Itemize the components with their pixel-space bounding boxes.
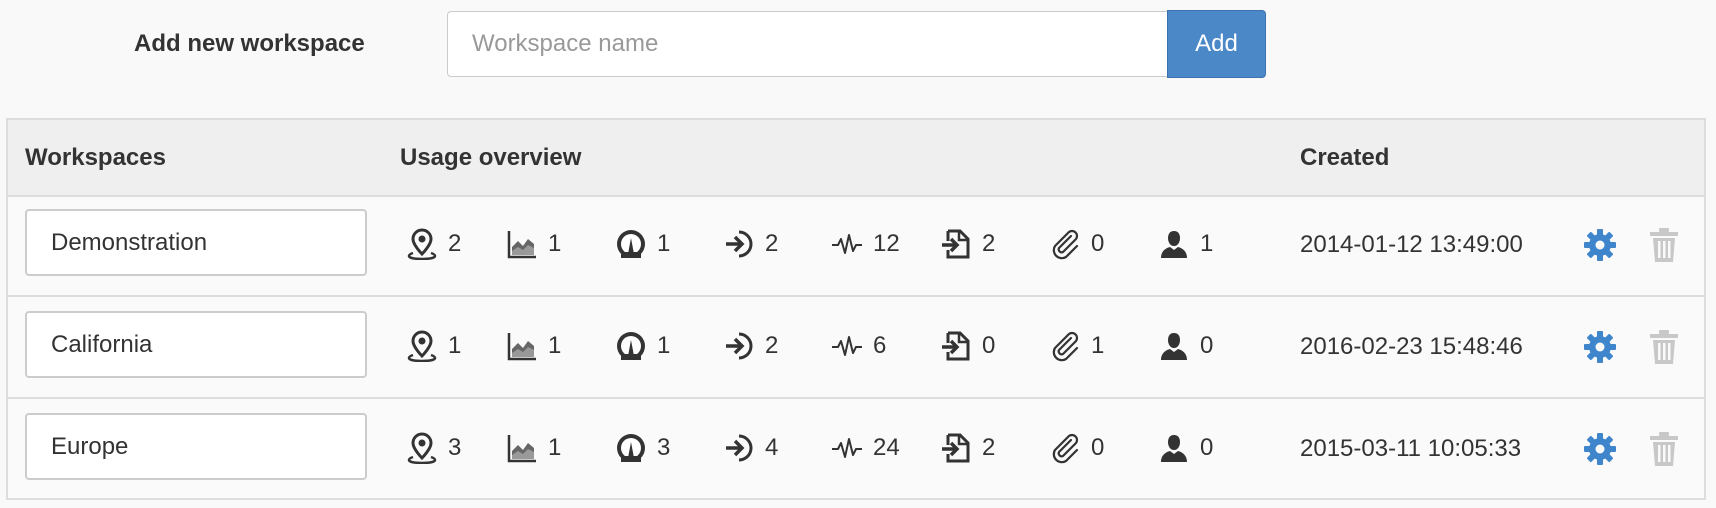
workspaces-table: Workspaces Usage overview Created 211212… — [6, 118, 1706, 500]
user-icon — [1158, 228, 1190, 260]
add-workspace-bar: Add new workspace Add — [0, 0, 1716, 100]
paperclip-icon — [1049, 432, 1081, 464]
workspace-name-field[interactable] — [25, 311, 367, 378]
usage-stat: 24 — [831, 430, 900, 466]
sign-in-icon — [723, 330, 755, 362]
usage-stat: 1 — [506, 328, 561, 364]
usage-stat: 0 — [1049, 226, 1104, 262]
settings-gear-icon[interactable] — [1582, 431, 1618, 467]
usage-stat: 2 — [940, 430, 995, 466]
add-workspace-label: Add new workspace — [134, 30, 365, 57]
usage-count: 1 — [657, 332, 671, 359]
settings-gear-icon[interactable] — [1582, 227, 1618, 263]
usage-count: 1 — [548, 332, 562, 359]
usage-stat: 3 — [615, 430, 670, 466]
usage-stat: 0 — [940, 328, 995, 364]
usage-count: 1 — [657, 230, 671, 257]
usage-stat: 0 — [1049, 430, 1104, 466]
usage-stat: 1 — [506, 430, 561, 466]
usage-count: 1 — [448, 332, 462, 359]
table-row: 3 1 3 4 24 2 0 0 2015-03-11 10:05:33 — [8, 399, 1704, 501]
usage-count: 3 — [448, 434, 462, 461]
usage-count: 2 — [765, 230, 779, 257]
usage-stat: 6 — [831, 328, 886, 364]
created-date: 2014-01-12 13:49:00 — [1300, 231, 1523, 258]
usage-count: 1 — [1200, 230, 1214, 257]
map-pin-icon — [406, 432, 438, 464]
usage-stat: 3 — [406, 430, 461, 466]
usage-count: 2 — [982, 230, 996, 257]
delete-trash-icon[interactable] — [1648, 227, 1680, 263]
add-workspace-button[interactable]: Add — [1167, 10, 1266, 78]
header-workspaces: Workspaces — [25, 144, 166, 171]
usage-count: 1 — [548, 230, 562, 257]
usage-stat: 2 — [940, 226, 995, 262]
usage-stat: 0 — [1158, 430, 1213, 466]
usage-stat: 1 — [406, 328, 461, 364]
usage-count: 4 — [765, 434, 779, 461]
paperclip-icon — [1049, 228, 1081, 260]
usage-stat: 2 — [406, 226, 461, 262]
sign-in-icon — [723, 432, 755, 464]
usage-count: 0 — [1200, 434, 1214, 461]
usage-count: 24 — [873, 434, 900, 461]
table-row: 11126010 2016-02-23 15:48:46 — [8, 297, 1704, 399]
workspace-name-field[interactable] — [25, 209, 367, 276]
usage-stat: 12 — [831, 226, 900, 262]
workspace-name-field[interactable] — [25, 413, 367, 480]
usage-count: 0 — [1200, 332, 1214, 359]
gauge-icon — [615, 432, 647, 464]
pulse-icon — [831, 330, 863, 362]
usage-stat: 1 — [1158, 226, 1213, 262]
header-usage-overview: Usage overview — [400, 144, 582, 171]
usage-count: 12 — [873, 230, 900, 257]
sign-in-icon — [723, 228, 755, 260]
area-chart-icon — [506, 432, 538, 464]
table-header: Workspaces Usage overview Created — [8, 120, 1704, 197]
usage-count: 0 — [1091, 434, 1105, 461]
settings-gear-icon[interactable] — [1582, 329, 1618, 365]
usage-stat: 1 — [1049, 328, 1104, 364]
file-import-icon — [940, 432, 972, 464]
area-chart-icon — [506, 228, 538, 260]
usage-count: 2 — [982, 434, 996, 461]
usage-count: 0 — [982, 332, 996, 359]
gauge-icon — [615, 228, 647, 260]
delete-trash-icon[interactable] — [1648, 431, 1680, 467]
usage-stat: 1 — [615, 328, 670, 364]
usage-stat: 4 — [723, 430, 778, 466]
workspace-name-input[interactable] — [447, 11, 1167, 77]
usage-stat: 2 — [723, 328, 778, 364]
usage-count: 2 — [448, 230, 462, 257]
gauge-icon — [615, 330, 647, 362]
usage-stat: 2 — [723, 226, 778, 262]
paperclip-icon — [1049, 330, 1081, 362]
table-row: 211212201 2014-01-12 13:49:00 — [8, 195, 1704, 297]
usage-stat: 1 — [615, 226, 670, 262]
usage-count: 2 — [765, 332, 779, 359]
user-icon — [1158, 330, 1190, 362]
usage-count: 0 — [1091, 230, 1105, 257]
created-date: 2015-03-11 10:05:33 — [1300, 435, 1522, 462]
pulse-icon — [831, 432, 863, 464]
pulse-icon — [831, 228, 863, 260]
user-icon — [1158, 432, 1190, 464]
usage-count: 3 — [657, 434, 671, 461]
file-import-icon — [940, 330, 972, 362]
file-import-icon — [940, 228, 972, 260]
usage-stat: 0 — [1158, 328, 1213, 364]
delete-trash-icon[interactable] — [1648, 329, 1680, 365]
usage-count: 6 — [873, 332, 887, 359]
usage-count: 1 — [1091, 332, 1105, 359]
map-pin-icon — [406, 330, 438, 362]
created-date: 2016-02-23 15:48:46 — [1300, 333, 1523, 360]
map-pin-icon — [406, 228, 438, 260]
usage-count: 1 — [548, 434, 562, 461]
header-created: Created — [1300, 144, 1390, 171]
usage-stat: 1 — [506, 226, 561, 262]
area-chart-icon — [506, 330, 538, 362]
